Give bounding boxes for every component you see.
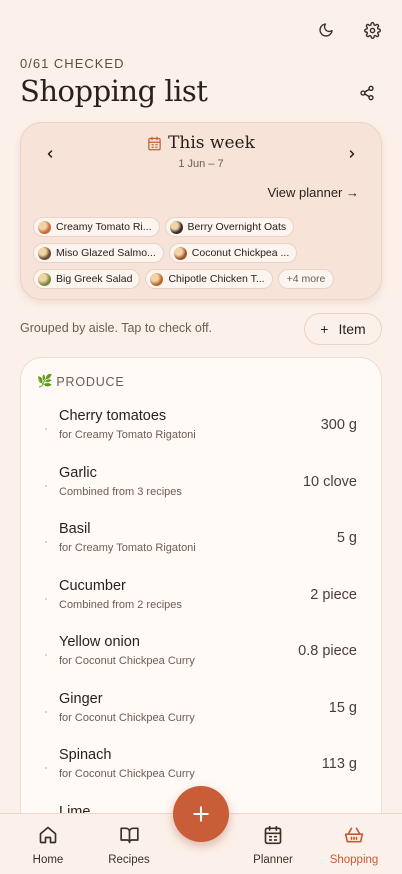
leaf-icon: 🌿 <box>37 374 54 388</box>
recipe-chip[interactable]: Coconut Chickpea ... <box>168 243 298 263</box>
nav-recipes-label: Recipes <box>108 854 150 866</box>
recipe-chip[interactable]: Creamy Tomato Ri... <box>33 217 160 237</box>
recipe-chips: Creamy Tomato Ri... Berry Overnight Oats… <box>33 217 373 295</box>
item-quantity: 15 g <box>328 699 357 716</box>
add-item-label: Item <box>338 321 366 337</box>
recipe-thumbnail <box>150 272 164 286</box>
item-name: Ginger <box>59 690 103 707</box>
aisle-title: PRODUCE <box>56 374 125 389</box>
recipe-chip[interactable]: Chipotle Chicken T... <box>145 269 273 289</box>
more-recipes-chip[interactable]: +4 more <box>277 269 335 289</box>
checkbox[interactable] <box>45 484 47 487</box>
recipe-chip-label: Big Greek Salad <box>56 273 133 285</box>
view-planner-link[interactable]: View planner → <box>267 185 359 200</box>
recipe-chip-label: Berry Overnight Oats <box>187 221 287 233</box>
item-source: for Coconut Chickpea Curry <box>59 768 195 780</box>
recipe-chip[interactable]: Big Greek Salad <box>33 269 141 289</box>
item-name: Spinach <box>59 747 112 763</box>
item-quantity: 2 piece <box>310 586 357 603</box>
week-range: 1 Jun – 7 <box>178 157 224 170</box>
week-title: This week <box>168 133 255 153</box>
item-name: Yellow onion <box>59 634 140 650</box>
nav-shopping[interactable]: Shopping <box>319 824 389 866</box>
list-item[interactable]: Garlic Combined from 3 recipes 10 clove <box>21 461 381 518</box>
recipe-chip[interactable]: Berry Overnight Oats <box>164 217 295 237</box>
list-item[interactable]: Cucumber Combined from 2 recipes 2 piece <box>21 574 381 631</box>
item-name: Garlic <box>59 464 97 481</box>
recipe-chip-label: Miso Glazed Salmo... <box>56 247 156 259</box>
moon-icon <box>319 23 333 37</box>
item-quantity: 300 g <box>320 417 357 433</box>
item-source: Combined from 3 recipes <box>59 485 182 498</box>
item-quantity: 10 clove <box>302 473 357 490</box>
checkbox[interactable] <box>45 710 47 713</box>
recipe-thumbnail <box>38 272 51 286</box>
checkbox[interactable] <box>45 767 47 769</box>
settings-button[interactable] <box>360 18 384 42</box>
item-name: Basil <box>59 521 91 537</box>
week-card: This week 1 Jun – 7 View planner → Cream… <box>20 122 382 300</box>
list-item[interactable]: Basil for Creamy Tomato Rigatoni 5 g <box>21 517 381 574</box>
recipe-chip-label: Coconut Chickpea ... <box>191 247 290 259</box>
item-name: Cucumber <box>59 577 126 594</box>
item-source: for Creamy Tomato Rigatoni <box>59 542 196 554</box>
aisle-header: 🌿 PRODUCE <box>37 374 124 389</box>
page-title: Shopping list <box>20 74 208 108</box>
checkbox[interactable] <box>45 597 47 600</box>
plus-icon: + <box>320 321 329 337</box>
add-fab-button[interactable] <box>173 786 229 842</box>
recipe-thumbnail <box>38 220 51 234</box>
recipe-thumbnail <box>173 246 187 260</box>
grouping-hint: Grouped by aisle. Tap to check off. <box>20 321 213 335</box>
item-quantity: 0.8 piece <box>298 643 357 659</box>
calendar-icon <box>264 825 282 845</box>
book-icon <box>119 827 139 844</box>
dark-mode-toggle[interactable] <box>314 18 338 42</box>
share-button[interactable] <box>356 82 378 104</box>
item-source: for Coconut Chickpea Curry <box>59 711 195 724</box>
checked-count: 0/61 CHECKED <box>20 56 125 71</box>
basket-icon <box>344 827 364 843</box>
item-quantity: 5 g <box>336 530 357 546</box>
nav-shopping-label: Shopping <box>329 854 379 866</box>
gear-icon <box>363 21 381 39</box>
add-item-button[interactable]: + Item <box>304 313 382 345</box>
item-source: for Coconut Chickpea Curry <box>59 655 195 667</box>
recipe-thumbnail <box>169 220 183 234</box>
checkbox[interactable] <box>45 541 47 543</box>
recipe-thumbnail <box>38 246 51 260</box>
calendar-icon <box>148 136 161 150</box>
list-item[interactable]: Yellow onion for Coconut Chickpea Curry 0.… <box>21 630 381 687</box>
nav-home[interactable]: Home <box>13 824 83 866</box>
item-name: Cherry tomatoes <box>59 408 167 424</box>
checkbox[interactable] <box>45 428 47 430</box>
home-icon <box>39 826 57 844</box>
checkbox[interactable] <box>45 654 47 656</box>
plus-icon <box>193 806 209 822</box>
week-header: This week 1 Jun – 7 <box>21 133 381 170</box>
recipe-chip-label: Creamy Tomato Ri... <box>56 221 152 233</box>
nav-planner[interactable]: Planner <box>238 824 308 866</box>
item-source: Combined from 2 recipes <box>59 598 182 611</box>
item-quantity: 113 g <box>321 756 357 772</box>
nav-recipes[interactable]: Recipes <box>94 824 164 866</box>
share-icon <box>360 85 374 101</box>
top-bar <box>314 18 384 42</box>
nav-home-label: Home <box>32 854 64 866</box>
list-item[interactable]: Ginger for Coconut Chickpea Curry 15 g <box>21 687 381 744</box>
recipe-chip-label: Chipotle Chicken T... <box>168 273 265 285</box>
list-item[interactable]: Cherry tomatoes for Creamy Tomato Rigaton… <box>21 404 381 461</box>
nav-planner-label: Planner <box>253 854 293 866</box>
recipe-chip[interactable]: Miso Glazed Salmo... <box>33 243 164 263</box>
item-source: for Creamy Tomato Rigatoni <box>59 429 196 441</box>
